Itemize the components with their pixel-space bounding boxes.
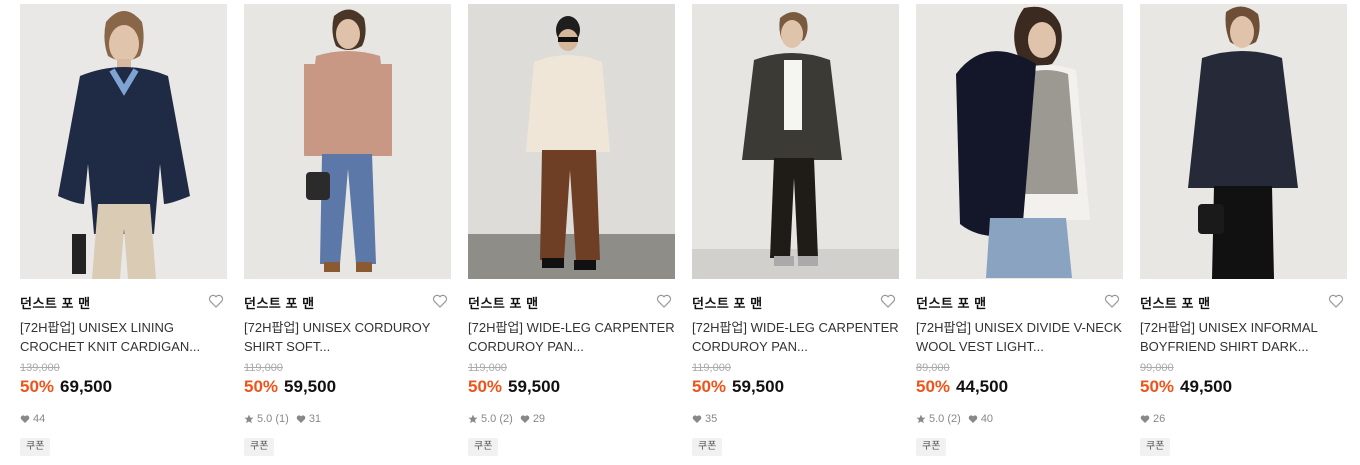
like-count: 31 [308, 413, 322, 425]
price-row: 50% 69,500 [20, 376, 227, 398]
price-row: 50% 59,500 [692, 376, 899, 398]
sale-price: 59,500 [284, 377, 337, 396]
likes-group: 31 [296, 412, 321, 426]
wishlist-heart-icon[interactable] [432, 293, 448, 309]
product-name[interactable]: [72H팝업] UNISEX CORDUROY SHIRT SOFT... [244, 318, 451, 356]
product-image[interactable] [692, 4, 899, 279]
brand-name[interactable]: 던스트 포 맨 [1140, 296, 1211, 311]
brand-name[interactable]: 던스트 포 맨 [468, 296, 539, 311]
product-image[interactable] [20, 4, 227, 279]
like-heart-icon [296, 415, 306, 423]
like-heart-icon [20, 415, 30, 423]
sale-price: 49,500 [1180, 377, 1233, 396]
likes-group: 35 [692, 412, 717, 426]
product-meta: 5.0 (1) 31 [244, 412, 451, 426]
star-icon [916, 414, 926, 424]
discount-rate: 50% [20, 377, 55, 396]
like-heart-icon [1140, 415, 1150, 423]
discount-rate: 50% [468, 377, 503, 396]
like-count: 26 [1153, 413, 1166, 425]
sale-price: 59,500 [508, 377, 561, 396]
product-name[interactable]: [72H팝업] UNISEX DIVIDE V-NECK WOOL VEST L… [916, 318, 1123, 356]
product-card[interactable]: 던스트 포 맨 [72H팝업] WIDE-LEG CARPENTER CORDU… [692, 4, 899, 456]
brand-name[interactable]: 던스트 포 맨 [692, 296, 763, 311]
star-icon [468, 414, 478, 424]
brand-name[interactable]: 던스트 포 맨 [244, 296, 315, 311]
product-image[interactable] [244, 4, 451, 279]
discount-rate: 50% [692, 377, 727, 396]
price-row: 50% 49,500 [1140, 376, 1347, 398]
product-name[interactable]: [72H팝업] WIDE-LEG CARPENTER CORDUROY PAN.… [692, 318, 899, 356]
original-price: 119,000 [244, 362, 283, 374]
original-price: 119,000 [468, 362, 507, 374]
brand-name[interactable]: 던스트 포 맨 [916, 296, 987, 311]
star-icon [244, 414, 254, 424]
like-heart-icon [692, 415, 702, 423]
product-card[interactable]: 던스트 포 맨 [72H팝업] UNISEX CORDUROY SHIRT SO… [244, 4, 451, 456]
likes-group: 44 [20, 412, 45, 426]
product-card[interactable]: 던스트 포 맨 [72H팝업] UNISEX LINING CROCHET KN… [20, 4, 227, 456]
product-card[interactable]: 던스트 포 맨 [72H팝업] UNISEX INFORMAL BOYFRIEN… [1140, 4, 1347, 456]
wishlist-heart-icon[interactable] [656, 293, 672, 309]
coupon-badge[interactable]: 쿠폰 [692, 438, 723, 456]
review-count: (1) [275, 413, 289, 425]
wishlist-heart-icon[interactable] [880, 293, 896, 309]
sale-price: 69,500 [60, 377, 113, 396]
product-image[interactable] [468, 4, 675, 279]
discount-rate: 50% [244, 377, 279, 396]
product-card[interactable]: 던스트 포 맨 [72H팝업] UNISEX DIVIDE V-NECK WOO… [916, 4, 1123, 456]
product-meta: 5.0 (2) 29 [468, 412, 675, 426]
product-name[interactable]: [72H팝업] WIDE-LEG CARPENTER CORDUROY PAN.… [468, 318, 675, 356]
price-row: 50% 59,500 [468, 376, 675, 398]
rating-group: 5.0 (1) [244, 412, 289, 426]
like-count: 35 [705, 413, 718, 425]
product-grid: 던스트 포 맨 [72H팝업] UNISEX LINING CROCHET KN… [0, 0, 1360, 465]
like-heart-icon [968, 415, 978, 423]
original-price: 119,000 [692, 362, 731, 374]
wishlist-heart-icon[interactable] [1328, 293, 1344, 309]
original-price: 99,000 [1140, 362, 1174, 374]
brand-name[interactable]: 던스트 포 맨 [20, 296, 91, 311]
wishlist-heart-icon[interactable] [208, 293, 224, 309]
price-row: 50% 44,500 [916, 376, 1123, 398]
like-count: 40 [980, 413, 994, 425]
discount-rate: 50% [916, 377, 951, 396]
coupon-badge[interactable]: 쿠폰 [468, 438, 499, 456]
price-row: 50% 59,500 [244, 376, 451, 398]
rating-value: 5.0 [481, 413, 497, 425]
sale-price: 44,500 [956, 377, 1009, 396]
likes-group: 26 [1140, 412, 1165, 426]
product-image[interactable] [1140, 4, 1347, 279]
likes-group: 29 [520, 412, 545, 426]
review-count: (2) [947, 413, 961, 425]
discount-rate: 50% [1140, 377, 1175, 396]
wishlist-heart-icon[interactable] [1104, 293, 1120, 309]
product-meta: 5.0 (2) 40 [916, 412, 1123, 426]
likes-group: 40 [968, 412, 993, 426]
like-count: 29 [532, 413, 546, 425]
coupon-badge[interactable]: 쿠폰 [916, 438, 947, 456]
rating-value: 5.0 [257, 413, 273, 425]
like-heart-icon [520, 415, 530, 423]
rating-group: 5.0 (2) [916, 412, 961, 426]
product-meta: 35 [692, 412, 899, 426]
product-meta: 44 [20, 412, 227, 426]
rating-group: 5.0 (2) [468, 412, 513, 426]
review-count: (2) [499, 413, 513, 425]
product-name[interactable]: [72H팝업] UNISEX INFORMAL BOYFRIEND SHIRT … [1140, 318, 1347, 356]
product-meta: 26 [1140, 412, 1347, 426]
product-name[interactable]: [72H팝업] UNISEX LINING CROCHET KNIT CARDI… [20, 318, 227, 356]
sale-price: 59,500 [732, 377, 785, 396]
product-card[interactable]: 던스트 포 맨 [72H팝업] WIDE-LEG CARPENTER CORDU… [468, 4, 675, 456]
coupon-badge[interactable]: 쿠폰 [1140, 438, 1171, 456]
coupon-badge[interactable]: 쿠폰 [20, 438, 51, 456]
original-price: 139,000 [20, 362, 60, 374]
product-image[interactable] [916, 4, 1123, 279]
original-price: 89,000 [916, 362, 950, 374]
rating-value: 5.0 [929, 413, 945, 425]
coupon-badge[interactable]: 쿠폰 [244, 438, 275, 456]
like-count: 44 [33, 413, 46, 425]
